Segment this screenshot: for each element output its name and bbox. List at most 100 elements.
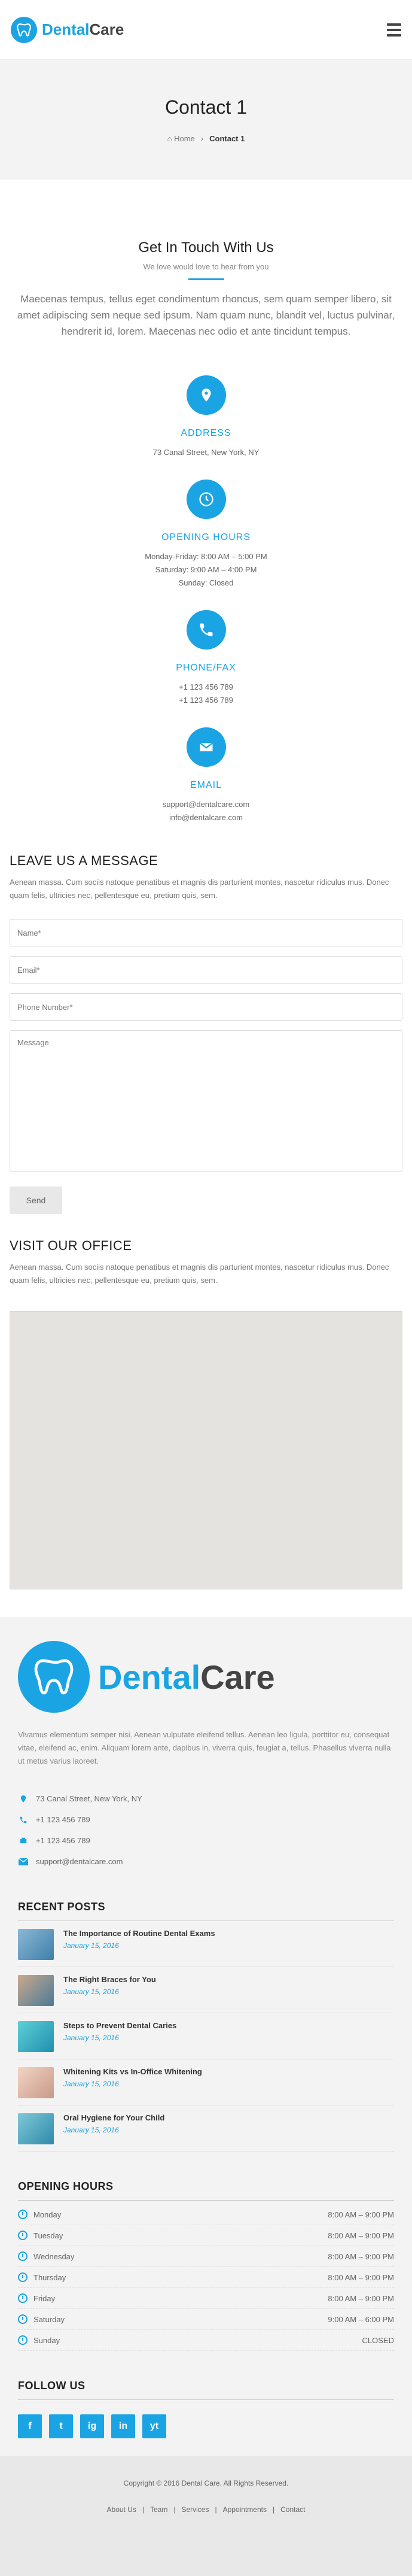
message-section: LEAVE US A MESSAGE Aenean massa. Cum soc…: [0, 853, 412, 1214]
clock-icon: [18, 2252, 28, 2261]
footer-link-team[interactable]: Team: [150, 2505, 167, 2514]
footer-brand-name: DentalCare: [98, 1658, 275, 1696]
post-thumbnail: [18, 2113, 54, 2144]
site-logo[interactable]: DentalCare: [11, 16, 124, 43]
menu-icon[interactable]: [387, 23, 401, 37]
envelope-icon: [186, 727, 226, 767]
brand-name: DentalCare: [42, 20, 124, 38]
breadcrumb-separator: ›: [200, 134, 204, 143]
site-footer: DentalCare Vivamus elementum semper nisi…: [0, 1617, 412, 2456]
footer-logo[interactable]: DentalCare: [18, 1641, 394, 1713]
phone-title: PHONE/FAX: [176, 663, 236, 673]
office-map[interactable]: [10, 1311, 402, 1589]
send-button[interactable]: Send: [10, 1187, 62, 1214]
hours-title: OPENING HOURS: [161, 532, 251, 542]
clock-icon: [18, 2210, 28, 2219]
footer-link-contact[interactable]: Contact: [280, 2505, 305, 2514]
post-thumbnail: [18, 1929, 54, 1960]
email-title: EMAIL: [190, 780, 222, 790]
office-section: VISIT OUR OFFICE Aenean massa. Cum socii…: [0, 1238, 412, 1589]
footer-fax[interactable]: +1 123 456 789: [18, 1830, 394, 1851]
phone-input[interactable]: [10, 993, 402, 1021]
name-input[interactable]: [10, 919, 402, 946]
hours-row: Monday 8:00 AM – 9:00 PM: [18, 2204, 394, 2225]
hours-row: Friday 8:00 AM – 9:00 PM: [18, 2288, 394, 2309]
tooth-icon: [11, 16, 37, 43]
footer-email[interactable]: support@dentalcare.com: [18, 1851, 394, 1872]
clock-icon: [18, 2272, 28, 2282]
post-thumbnail: [18, 2067, 54, 2098]
recent-posts-title: RECENT POSTS: [18, 1901, 394, 1921]
clock-icon: [18, 2335, 28, 2345]
hours-row: Sunday CLOSED: [18, 2330, 394, 2351]
hours-row: Tuesday 8:00 AM – 9:00 PM: [18, 2225, 394, 2246]
email-info[interactable]: info@dentalcare.com: [14, 811, 398, 824]
clock-icon: [18, 2293, 28, 2303]
opening-hours-title: OPENING HOURS: [18, 2180, 394, 2201]
footer-nav: About Us | Team | Services | Appointments | …: [106, 2505, 306, 2514]
recent-post[interactable]: The Importance of Routine Dental Exams Ja…: [18, 1921, 394, 1967]
office-desc: Aenean massa. Cum sociis natoque penatib…: [10, 1263, 389, 1285]
address-title: ADDRESS: [181, 428, 231, 438]
copyright-text: Copyright © 2016 Dental Care. All Rights…: [123, 2479, 289, 2487]
footer-link-services[interactable]: Services: [181, 2505, 209, 2514]
youtube-icon[interactable]: yt: [142, 2414, 166, 2438]
touch-lead: Maecenas tempus, tellus eget condimentum…: [17, 293, 395, 337]
linkedin-icon[interactable]: in: [111, 2414, 135, 2438]
hours-saturday: Saturday: 9:00 AM – 4:00 PM: [155, 565, 257, 574]
site-header: DentalCare: [0, 0, 412, 60]
copyright-bar: Copyright © 2016 Dental Care. All Rights…: [0, 2456, 412, 2576]
location-pin-icon: [186, 375, 226, 415]
touch-subtitle: We love would love to hear from you: [143, 262, 269, 271]
email-support[interactable]: support@dentalcare.com: [14, 798, 398, 811]
breadcrumb-current: Contact 1: [209, 134, 245, 143]
hours-row: Wednesday 8:00 AM – 9:00 PM: [18, 2246, 394, 2267]
footer-address: 73 Canal Street, New York, NY: [18, 1788, 394, 1809]
follow-us-title: FOLLOW US: [18, 2380, 394, 2400]
breadcrumb: ⌂ Home › Contact 1: [167, 134, 245, 143]
footer-desc: Vivamus elementum semper nisi. Aenean vu…: [18, 1730, 391, 1765]
footer-link-appointments[interactable]: Appointments: [223, 2505, 267, 2514]
hours-weekday: Monday-Friday: 8:00 AM – 5:00 PM: [145, 552, 267, 561]
contact-intro: Get In Touch With Us We love would love …: [0, 180, 412, 824]
office-title: VISIT OUR OFFICE: [10, 1238, 132, 1253]
footer-phone[interactable]: +1 123 456 789: [18, 1809, 394, 1830]
tooth-icon: [18, 1641, 90, 1713]
message-desc: Aenean massa. Cum sociis natoque penatib…: [10, 878, 389, 900]
phone-number[interactable]: +1 123 456 789: [14, 681, 398, 694]
clock-icon: [18, 2314, 28, 2324]
footer-link-about[interactable]: About Us: [107, 2505, 136, 2514]
message-input[interactable]: [10, 1030, 402, 1172]
post-thumbnail: [18, 1975, 54, 2006]
touch-title: Get In Touch With Us: [138, 239, 274, 256]
fax-number[interactable]: +1 123 456 789: [14, 694, 398, 707]
address-text: 73 Canal Street, New York, NY: [152, 448, 260, 457]
hours-block: OPENING HOURS Monday-Friday: 8:00 AM – 5…: [14, 480, 398, 590]
phone-icon: [18, 1816, 29, 1824]
recent-post[interactable]: Whitening Kits vs In-Office Whitening Jan…: [18, 2059, 394, 2105]
email-input[interactable]: [10, 956, 402, 984]
phone-icon: [186, 610, 226, 650]
recent-post[interactable]: Oral Hygiene for Your Child January 15, 2…: [18, 2105, 394, 2152]
clock-icon: [186, 480, 226, 519]
social-links: f t ig in yt: [18, 2414, 394, 2438]
address-block: ADDRESS 73 Canal Street, New York, NY: [14, 375, 398, 459]
hours-row: Saturday 9:00 AM – 6:00 PM: [18, 2309, 394, 2330]
page-title-banner: Contact 1 ⌂ Home › Contact 1: [0, 60, 412, 180]
fax-icon: [18, 1837, 29, 1845]
title-divider: [188, 278, 224, 280]
location-pin-icon: [18, 1794, 29, 1804]
recent-post[interactable]: Steps to Prevent Dental Caries January 15…: [18, 2013, 394, 2059]
hours-sunday: Sunday: Closed: [178, 578, 234, 587]
phone-block: PHONE/FAX +1 123 456 789 +1 123 456 789: [14, 610, 398, 707]
post-thumbnail: [18, 2021, 54, 2052]
recent-post[interactable]: The Right Braces for You January 15, 2016: [18, 1967, 394, 2013]
breadcrumb-home[interactable]: ⌂ Home: [167, 134, 195, 143]
envelope-icon: [18, 1858, 29, 1865]
facebook-icon[interactable]: f: [18, 2414, 42, 2438]
instagram-icon[interactable]: ig: [80, 2414, 104, 2438]
page-title: Contact 1: [165, 96, 247, 118]
twitter-icon[interactable]: t: [49, 2414, 73, 2438]
clock-icon: [18, 2231, 28, 2240]
recent-posts-list: The Importance of Routine Dental Exams Ja…: [18, 1921, 394, 2152]
